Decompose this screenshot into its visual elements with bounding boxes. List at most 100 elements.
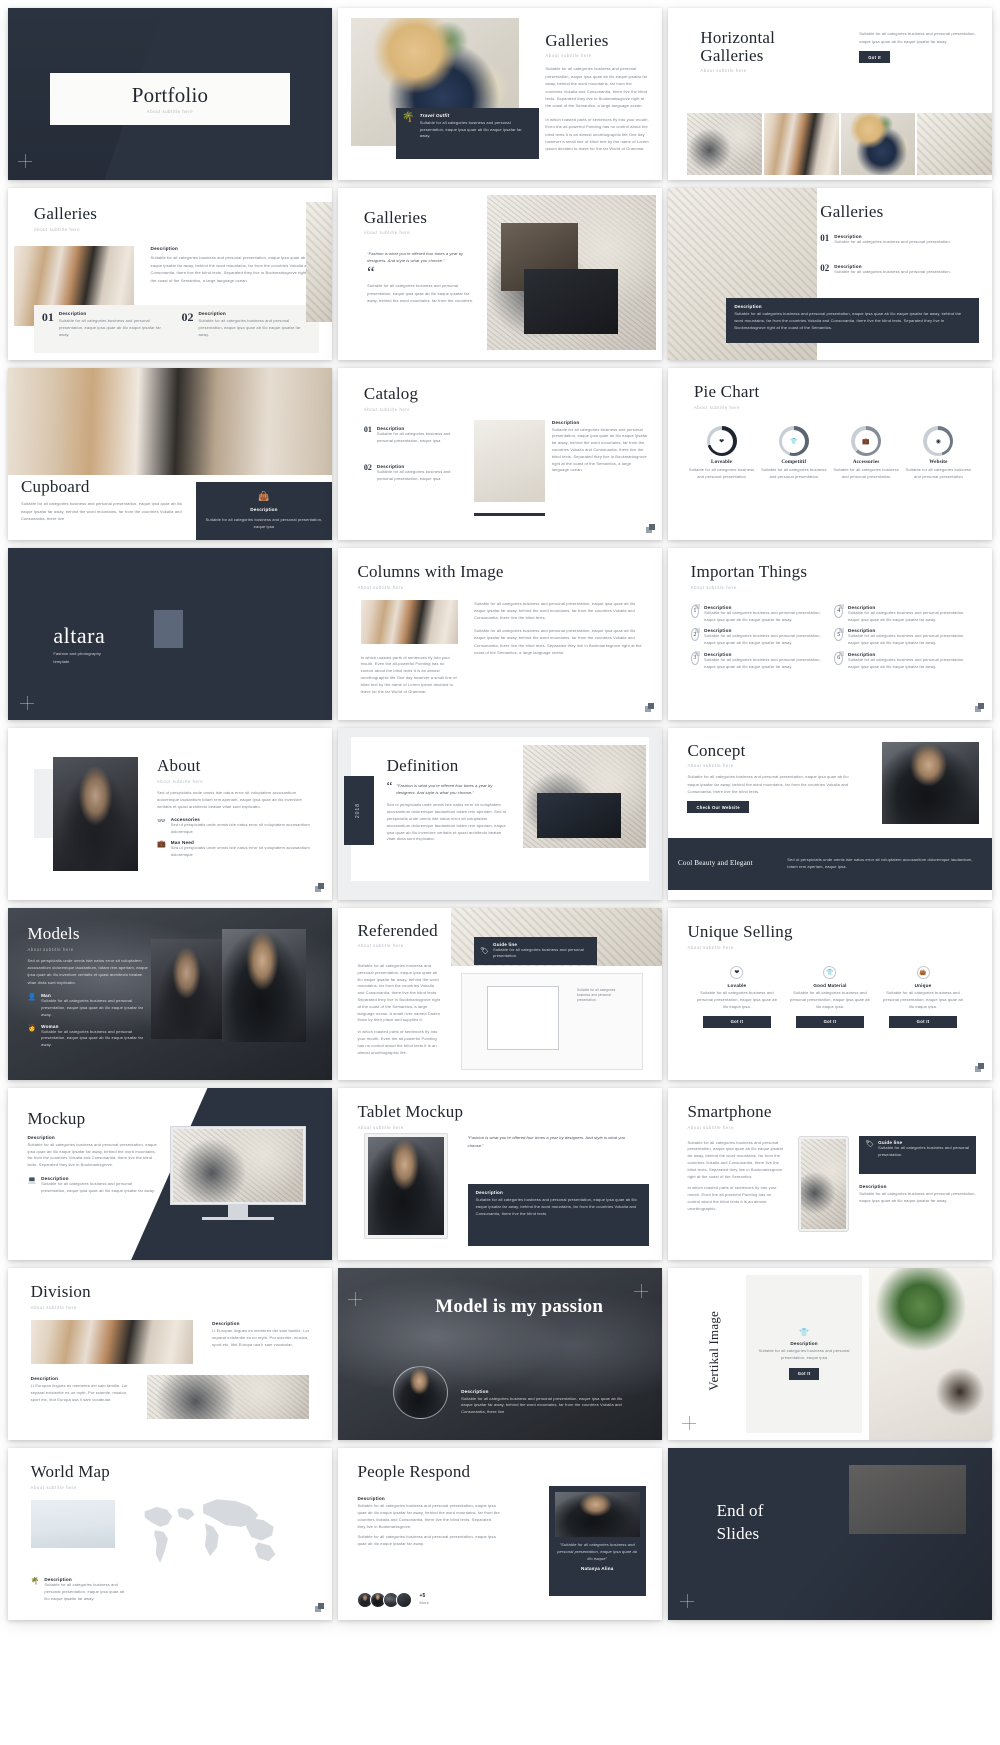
gallery-thumb[interactable] [764, 112, 839, 175]
numbered-item: 02 Description Suitable for all categori… [364, 464, 461, 483]
slide-pie-chart[interactable]: Pie Chart About subtitle here ❤ Loveable… [668, 368, 992, 540]
slide-division[interactable]: Division About subtitle here Description… [8, 1268, 332, 1440]
numbered-item: 01 Description Suitable for all categori… [42, 311, 172, 347]
thing-item[interactable]: 2 Description Suitable for all categorie… [690, 627, 826, 647]
vertikal-card[interactable]: 👕 Description Suitable for all categorie… [745, 1274, 863, 1434]
page-title: Galleries [820, 202, 884, 222]
slide-models[interactable]: Models About subtitle here Sed ut perspi… [8, 908, 332, 1080]
donut-chart: ◉ [923, 426, 954, 457]
thing-item[interactable]: 1 Description Suitable for all categorie… [690, 604, 826, 624]
cupboard-card[interactable]: 👜 Description Suitable for all categorie… [195, 481, 332, 540]
year-label: 2018 [355, 802, 362, 819]
models-item[interactable]: 👩 Woman Suitable for all categories busi… [27, 1024, 150, 1049]
donut-item[interactable]: 👕 Competitif Suitable for all categories… [760, 426, 828, 481]
intro-text: altara Fashion and photography template [53, 623, 113, 666]
page-subtitle: About subtitle here [357, 584, 404, 590]
more-avatars[interactable]: +5 More [419, 1593, 429, 1606]
body-text-2: In which roasted parts of sentences fly … [357, 1029, 438, 1055]
slide-model-passion[interactable]: Model is my passion Description Suitable… [338, 1268, 662, 1440]
slide-people-respond[interactable]: People Respond Description Suitable for … [338, 1448, 662, 1620]
gallery-thumb[interactable] [917, 112, 992, 175]
slide-mockup[interactable]: Mockup Description Suitable for all cate… [8, 1088, 332, 1260]
slide-galleries-quote[interactable]: Galleries About subtitle here "Fashion i… [338, 188, 662, 360]
slide-referended[interactable]: Referended About subtitle here 🏷 Guide l… [338, 908, 662, 1080]
selling-card[interactable]: 👕 Good Material Suitable for all categor… [787, 966, 873, 1028]
slide-galleries-travel[interactable]: 🌴 Travel Outfit Suitable for all categor… [338, 8, 662, 180]
gallery-thumb[interactable] [687, 112, 763, 175]
got-it-button[interactable]: Got It [888, 1015, 958, 1028]
slide-horizontal-galleries[interactable]: Horizontal Galleries About subtitle here… [668, 8, 992, 180]
numbered-items: 01 Description Suitable for all categori… [33, 304, 320, 354]
body-text: Suitable for all categories business and… [461, 1395, 623, 1415]
item-body: Suitable for all categories business and… [44, 1582, 125, 1602]
mockup-item[interactable]: 💻 Description Suitable for all categorie… [27, 1176, 157, 1195]
got-it-button[interactable]: Got It [702, 1015, 772, 1028]
dark-description-panel: Description Suitable for all categories … [726, 298, 980, 343]
avatar[interactable] [396, 1591, 413, 1608]
got-it-button[interactable]: Got It [859, 51, 890, 64]
plus-decor-icon [18, 154, 32, 168]
about-item[interactable]: 👓 Accessories Sed ut perspiciatis unde o… [157, 817, 313, 836]
end-photo-block [849, 1465, 967, 1534]
slide-end-of-slides[interactable]: End of Slides [668, 1448, 992, 1620]
slide-vertikal-image[interactable]: Vertikal Image 👕 Description Suitable fo… [668, 1268, 992, 1440]
got-it-button[interactable]: Got It [788, 1367, 820, 1380]
slide-unique-selling[interactable]: Unique Selling About subtitle here ❤ Lov… [668, 908, 992, 1080]
square-decor-icon [975, 1063, 985, 1073]
more-label: More [419, 1600, 429, 1606]
guide-line-card[interactable]: 🏷 Guide line Suitable for all categories… [474, 937, 598, 965]
travel-card[interactable]: 🌴 Travel Outfit Suitable for all categor… [396, 107, 539, 160]
slide-world-map[interactable]: World Map About subtitle here 🌴 Descript… [8, 1448, 332, 1620]
slide-definition[interactable]: 2018 Definition “ "Fashion is what you'r… [338, 728, 662, 900]
title-col: Importan Things About subtitle here [691, 563, 807, 590]
title-col: Tablet Mockup About subtitle here [357, 1103, 463, 1130]
slide-galleries-two-cols[interactable]: Galleries About subtitle here Descriptio… [8, 188, 332, 360]
thing-item[interactable]: 3 Description Suitable for all categorie… [690, 651, 826, 671]
galleries-text-col: Galleries About subtitle here Suitable f… [545, 31, 649, 153]
slide-columns-with-image[interactable]: Columns with Image About subtitle here I… [338, 548, 662, 720]
body-text: Suitable for all categories business and… [859, 31, 976, 44]
about-item[interactable]: 💼 Man Need Sed ut perspiciatis unde omni… [157, 840, 313, 859]
selling-card[interactable]: ❤ Lovable Suitable for all categories bu… [694, 966, 780, 1028]
side-body: Suitable for all categories business and… [551, 426, 648, 473]
page-title: Galleries [33, 204, 98, 224]
title-col: Unique Selling About subtitle here [687, 923, 792, 950]
slide-tablet-mockup[interactable]: Tablet Mockup About subtitle here "Fashi… [338, 1088, 662, 1260]
gallery-thumb[interactable] [840, 112, 916, 175]
map-item[interactable]: 🌴 Description Suitable for all categorie… [31, 1577, 128, 1602]
card-label: Good Material [813, 983, 847, 989]
check-website-button[interactable]: Check Our Website [687, 801, 749, 814]
selling-cards: ❤ Lovable Suitable for all categories bu… [694, 966, 966, 1028]
thing-item[interactable]: 6 Description Suitable for all categorie… [834, 651, 969, 671]
thing-item[interactable]: 4 Description Suitable for all categorie… [834, 604, 969, 624]
donut-item[interactable]: ◉ Website Suitable for all categories bu… [904, 426, 972, 481]
item-body: Sed ut perspiciatis unde omnis iste natu… [170, 821, 310, 834]
testimonial-card[interactable]: "Suitable for all categories business an… [548, 1485, 646, 1596]
donut-item[interactable]: ❤ Loveable Suitable for all categories b… [687, 426, 755, 481]
slide-smartphone[interactable]: Smartphone About subtitle here Suitable … [668, 1088, 992, 1260]
text-col: Cupboard Suitable for all categories bus… [21, 477, 189, 523]
cover-title-box: Portfolio About subtitle here [50, 73, 290, 125]
donut-item[interactable]: 💼 Accessories Suitable for all categorie… [832, 426, 900, 481]
slide-galleries-dark-panel[interactable]: Galleries 01 Description Suitable for al… [668, 188, 992, 360]
testimonial-photo [554, 1491, 640, 1537]
slide-about[interactable]: About About subtitle here Sed ut perspic… [8, 728, 332, 900]
card-label: Unique [914, 983, 932, 989]
card-body: Suitable for all categories business and… [205, 516, 323, 529]
slide-catalog[interactable]: Catalog About subtitle here 01 Descripti… [338, 368, 662, 540]
plus-decor-icon [680, 1594, 694, 1608]
slide-altara-intro[interactable]: altara Fashion and photography template [8, 548, 332, 720]
slide-importan-things[interactable]: Importan Things About subtitle here 1 De… [668, 548, 992, 720]
guide-line-card[interactable]: 🏷 Guide line Suitable for all categories… [859, 1136, 976, 1174]
donut-chart-row: ❤ Loveable Suitable for all categories b… [687, 426, 972, 481]
slide-portfolio-cover[interactable]: Portfolio About subtitle here [8, 8, 332, 180]
slide-cupboard[interactable]: Cupboard Suitable for all categories bus… [8, 368, 332, 540]
models-item[interactable]: 👤 Man Suitable for all categories busine… [27, 993, 150, 1018]
item-number: 02 [181, 309, 194, 324]
selling-card[interactable]: 👜 Unique Suitable for all categories bus… [880, 966, 966, 1028]
thing-item[interactable]: 5 Description Suitable for all categorie… [834, 627, 969, 647]
body-col: Suitable for all categories business and… [859, 30, 976, 64]
numbered-item: 01 Description Suitable for all categori… [364, 426, 461, 445]
slide-concept[interactable]: Concept About subtitle here Suitable for… [668, 728, 992, 900]
got-it-button[interactable]: Got It [795, 1015, 865, 1028]
